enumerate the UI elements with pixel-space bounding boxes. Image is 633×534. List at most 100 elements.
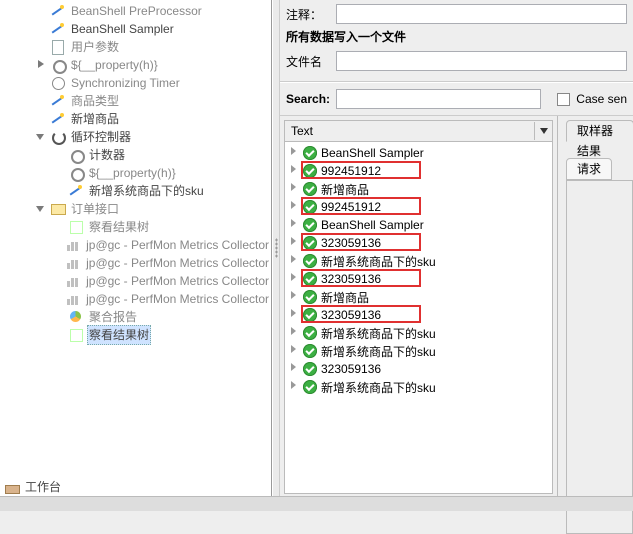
tree-node[interactable]: 循环控制器 — [0, 128, 271, 146]
tree-node-label: 新增系统商品下的sku — [87, 182, 206, 200]
req-icon — [68, 183, 84, 199]
success-icon — [303, 254, 317, 268]
tree-node[interactable]: jp@gc - PerfMon Metrics Collector — [0, 272, 271, 290]
navigation-tree[interactable]: BeanShell PreProcessorBeanShell Sampler用… — [0, 0, 271, 346]
filename-input[interactable] — [336, 51, 627, 71]
tree-node-label: 聚合报告 — [87, 308, 139, 326]
tree-node[interactable]: ${__property(h)} — [0, 56, 271, 74]
req-icon — [50, 93, 66, 109]
tree-node-label: jp@gc - PerfMon Metrics Collector — [84, 290, 271, 308]
tree-icon — [68, 327, 84, 343]
gear-icon — [68, 165, 84, 181]
result-row[interactable]: 323059136 — [285, 234, 552, 252]
result-label: 992451912 — [321, 164, 381, 178]
result-row[interactable]: 323059136 — [285, 270, 552, 288]
result-row[interactable]: 新增系统商品下的sku — [285, 378, 552, 396]
result-label: 323059136 — [321, 272, 381, 286]
tree-node-label: 用户参数 — [69, 38, 121, 56]
result-label: 新增商品 — [321, 181, 369, 198]
dropdown-icon[interactable] — [534, 122, 552, 140]
tab-sampler-result[interactable]: 取样器结果 — [566, 120, 633, 142]
workbench-node[interactable]: 工作台 — [0, 478, 63, 496]
success-icon — [303, 290, 317, 304]
tree-node[interactable]: 新增系统商品下的sku — [0, 182, 271, 200]
tab-body — [566, 180, 633, 534]
folder-icon — [50, 201, 66, 217]
results-renderer-selector[interactable]: Text — [284, 120, 553, 142]
result-label: 新增系统商品下的sku — [321, 253, 436, 270]
tree-node[interactable]: 计数器 — [0, 146, 271, 164]
search-label: Search: — [286, 92, 330, 106]
tree-node-label: 商品类型 — [69, 92, 121, 110]
tree-node[interactable]: 订单接口 — [0, 200, 271, 218]
tree-node[interactable]: jp@gc - PerfMon Metrics Collector — [0, 254, 271, 272]
loop-icon — [50, 129, 66, 145]
tree-node-label: jp@gc - PerfMon Metrics Collector — [84, 254, 271, 272]
comment-input[interactable] — [336, 4, 627, 24]
result-row[interactable]: 992451912 — [285, 198, 552, 216]
config-form: 注释： 所有数据写入一个文件 文件名 — [280, 0, 633, 82]
result-row[interactable]: 新增商品 — [285, 180, 552, 198]
tree-node-label: jp@gc - PerfMon Metrics Collector — [84, 272, 271, 290]
result-row[interactable]: 323059136 — [285, 360, 552, 378]
gear-icon — [50, 57, 66, 73]
expand-toggle-icon[interactable] — [36, 59, 48, 71]
bar-icon — [65, 273, 81, 289]
tab-request[interactable]: 请求 — [566, 158, 612, 180]
tree-node-label: BeanShell Sampler — [69, 20, 176, 38]
tree-node[interactable]: 新增商品 — [0, 110, 271, 128]
bar-icon — [65, 255, 81, 271]
result-label: BeanShell Sampler — [321, 218, 424, 232]
case-sensitive-checkbox[interactable] — [557, 93, 570, 106]
tree-icon — [68, 219, 84, 235]
tree-node[interactable]: BeanShell PreProcessor — [0, 2, 271, 20]
tree-node-label: 订单接口 — [69, 200, 121, 218]
tree-node[interactable]: 察看结果树 — [0, 326, 271, 344]
result-row[interactable]: BeanShell Sampler — [285, 216, 552, 234]
tree-node[interactable]: ${__property(h)} — [0, 164, 271, 182]
workbench-icon — [4, 479, 20, 495]
doc-icon — [50, 39, 66, 55]
tree-node[interactable]: jp@gc - PerfMon Metrics Collector — [0, 290, 271, 308]
bar-icon — [65, 237, 81, 253]
result-label: 323059136 — [321, 362, 381, 376]
search-input[interactable] — [336, 89, 541, 109]
results-tree[interactable]: BeanShell Sampler992451912新增商品992451912B… — [284, 142, 553, 494]
result-row[interactable]: 新增系统商品下的sku — [285, 342, 552, 360]
expand-toggle-icon[interactable] — [36, 131, 48, 143]
tree-node[interactable]: 商品类型 — [0, 92, 271, 110]
success-icon — [303, 182, 317, 196]
success-icon — [303, 326, 317, 340]
req-icon — [50, 21, 66, 37]
result-row[interactable]: 新增系统商品下的sku — [285, 252, 552, 270]
tree-node-label: Synchronizing Timer — [69, 74, 182, 92]
tree-node[interactable]: jp@gc - PerfMon Metrics Collector — [0, 236, 271, 254]
tree-node[interactable]: Synchronizing Timer — [0, 74, 271, 92]
result-label: BeanShell Sampler — [321, 146, 424, 160]
section-title: 所有数据写入一个文件 — [286, 28, 627, 45]
success-icon — [303, 236, 317, 250]
tree-node[interactable]: 用户参数 — [0, 38, 271, 56]
success-icon — [303, 164, 317, 178]
results-pane: Text BeanShell Sampler992451912新增商品99245… — [280, 116, 558, 498]
result-label: 新增系统商品下的sku — [321, 379, 436, 396]
success-icon — [303, 272, 317, 286]
tree-node-label: ${__property(h)} — [69, 56, 160, 74]
bar-icon — [65, 291, 81, 307]
tree-node[interactable]: BeanShell Sampler — [0, 20, 271, 38]
tree-node[interactable]: 聚合报告 — [0, 308, 271, 326]
result-row[interactable]: 323059136 — [285, 306, 552, 324]
result-row[interactable]: 992451912 — [285, 162, 552, 180]
expand-toggle-icon[interactable] — [36, 203, 48, 215]
result-label: 新增商品 — [321, 289, 369, 306]
req-icon — [50, 3, 66, 19]
tree-node[interactable]: 察看结果树 — [0, 218, 271, 236]
tree-node-label: 察看结果树 — [87, 218, 151, 236]
result-label: 323059136 — [321, 236, 381, 250]
comment-label: 注释： — [286, 6, 336, 23]
result-row[interactable]: 新增系统商品下的sku — [285, 324, 552, 342]
clock-icon — [50, 75, 66, 91]
result-row[interactable]: BeanShell Sampler — [285, 144, 552, 162]
result-row[interactable]: 新增商品 — [285, 288, 552, 306]
vertical-splitter[interactable] — [272, 0, 280, 496]
